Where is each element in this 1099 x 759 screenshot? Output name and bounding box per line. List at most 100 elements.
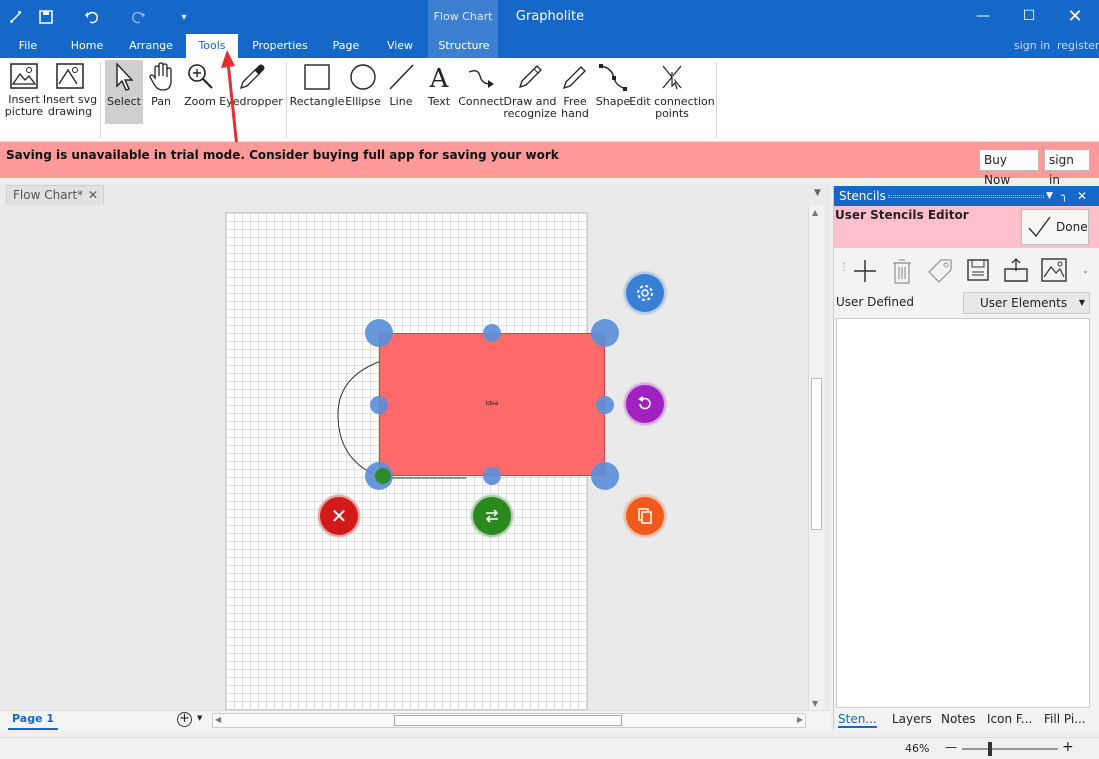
export-icon[interactable] bbox=[1002, 257, 1030, 283]
horizontal-scroll-thumb[interactable] bbox=[394, 715, 622, 726]
minimize-icon[interactable]: — bbox=[960, 0, 1006, 32]
sign-in-link[interactable]: sign in bbox=[1014, 39, 1050, 52]
tab-home[interactable]: Home bbox=[62, 34, 112, 58]
tab-file[interactable]: File bbox=[8, 34, 48, 58]
pen-recognize-icon bbox=[518, 65, 542, 89]
free-hand-button[interactable]: Free hand bbox=[558, 62, 592, 120]
document-tab[interactable]: Flow Chart* ✕ bbox=[6, 185, 104, 205]
line-tool-button[interactable]: Line bbox=[386, 62, 416, 108]
tab-notes[interactable]: Notes bbox=[941, 712, 976, 726]
done-button[interactable]: Done bbox=[1021, 209, 1089, 245]
resize-handle-bottom[interactable] bbox=[483, 467, 501, 485]
tab-arrange[interactable]: Arrange bbox=[122, 34, 180, 58]
trash-icon[interactable] bbox=[890, 257, 914, 285]
quick-access-dropdown-icon[interactable]: ▾ bbox=[172, 6, 196, 28]
delete-action-button[interactable]: ✕ bbox=[318, 495, 360, 537]
zoom-in-icon[interactable]: + bbox=[1062, 739, 1074, 755]
resize-handle-top-left[interactable] bbox=[365, 319, 393, 347]
add-page-icon[interactable]: + bbox=[177, 712, 192, 727]
ellipse-tool-button[interactable]: Ellipse bbox=[345, 62, 381, 108]
shape-label: Shape bbox=[595, 95, 631, 108]
undo-icon[interactable] bbox=[80, 6, 104, 28]
insert-picture-button[interactable]: Insert picture bbox=[4, 62, 44, 118]
zoom-out-icon[interactable]: — bbox=[945, 740, 957, 754]
zoom-slider[interactable] bbox=[962, 742, 1058, 756]
tag-icon[interactable] bbox=[926, 257, 954, 285]
swap-action-button[interactable] bbox=[471, 495, 513, 537]
copy-icon bbox=[638, 508, 652, 524]
save-stencil-icon[interactable] bbox=[965, 257, 991, 283]
shape-tool-button[interactable]: Shape bbox=[596, 62, 630, 108]
panel-menu-icon[interactable]: ▼ bbox=[1046, 186, 1053, 206]
stencil-dropdown[interactable]: User Elements ▼ bbox=[963, 292, 1090, 314]
toolbar-overflow-icon[interactable]: ⌄ bbox=[1082, 266, 1089, 275]
rectangle-tool-button[interactable]: Rectangle bbox=[290, 62, 344, 108]
duplicate-action-button[interactable] bbox=[624, 495, 666, 537]
connection-point-handle[interactable] bbox=[375, 468, 391, 484]
insert-svg-label: Insert svg drawing bbox=[42, 93, 98, 118]
zoom-tool-button[interactable]: Zoom bbox=[182, 62, 218, 108]
rotate-action-button[interactable] bbox=[624, 383, 666, 425]
text-label: Text bbox=[427, 95, 451, 108]
pin-icon[interactable]: ╮ bbox=[1061, 186, 1068, 206]
resize-handle-bottom-right[interactable] bbox=[591, 462, 619, 490]
panel-bottom-tabs: Sten... Layers Notes Icon F... Fill Pi..… bbox=[834, 708, 1099, 730]
connect-label: Connect bbox=[458, 95, 504, 108]
edit-connection-points-button[interactable]: Edit connection points bbox=[629, 62, 715, 120]
resize-handle-top[interactable] bbox=[483, 324, 501, 342]
scroll-left-icon[interactable]: ◀ bbox=[215, 715, 221, 724]
page-tab[interactable]: Page 1 bbox=[8, 712, 59, 730]
idea-shape[interactable]: Idea bbox=[379, 333, 605, 476]
ellipse-label: Ellipse bbox=[345, 95, 381, 108]
x-icon: ✕ bbox=[330, 504, 348, 528]
close-tab-icon[interactable]: ✕ bbox=[88, 186, 98, 205]
tab-structure[interactable]: Structure bbox=[432, 34, 496, 58]
done-label: Done bbox=[1056, 220, 1088, 234]
close-icon[interactable]: ✕ bbox=[1052, 0, 1098, 32]
pan-tool-button[interactable]: Pan bbox=[145, 62, 177, 108]
tab-page[interactable]: Page bbox=[324, 34, 368, 58]
add-page-dropdown-icon[interactable]: ▼ bbox=[197, 714, 202, 722]
resize-handle-left[interactable] bbox=[370, 396, 388, 414]
tab-layers[interactable]: Layers bbox=[892, 712, 932, 726]
settings-action-button[interactable] bbox=[624, 272, 666, 314]
toolbar-grip: ⋮ bbox=[839, 262, 849, 273]
zoom-slider-thumb[interactable] bbox=[988, 742, 992, 756]
line-icon bbox=[389, 64, 414, 90]
tab-properties[interactable]: Properties bbox=[246, 34, 314, 58]
tab-stencils[interactable]: Sten... bbox=[838, 712, 877, 728]
stencil-editor-header: User Stencils Editor Done bbox=[834, 206, 1099, 248]
buy-now-button[interactable]: Buy Now bbox=[979, 149, 1039, 187]
scroll-right-icon[interactable]: ▶ bbox=[797, 715, 803, 724]
connect-tool-button[interactable]: Connect bbox=[458, 62, 504, 108]
resize-handle-right[interactable] bbox=[596, 396, 614, 414]
text-tool-button[interactable]: A Text bbox=[424, 62, 454, 108]
draw-recognize-button[interactable]: Draw and recognize bbox=[503, 62, 557, 120]
vertical-scrollbar[interactable]: ▲ ▼ bbox=[808, 206, 824, 710]
idea-shape-text: Idea bbox=[485, 400, 499, 407]
save-icon[interactable] bbox=[34, 6, 58, 28]
stencils-panel: Stencils ▼ ╮ ✕ User Stencils Editor Done… bbox=[833, 186, 1099, 730]
select-label: Select bbox=[107, 95, 141, 108]
add-icon[interactable] bbox=[852, 258, 878, 284]
panel-close-icon[interactable]: ✕ bbox=[1077, 186, 1087, 206]
scroll-down-icon[interactable]: ▼ bbox=[812, 699, 818, 708]
horizontal-scrollbar[interactable]: ◀ ▶ bbox=[212, 713, 806, 728]
tab-icon-finder[interactable]: Icon F... bbox=[987, 712, 1032, 726]
select-tool-button[interactable]: Select bbox=[105, 60, 143, 124]
context-group-label: Flow Chart bbox=[433, 10, 493, 23]
scroll-up-icon[interactable]: ▲ bbox=[812, 208, 818, 217]
tab-overflow-icon[interactable]: ▼ bbox=[814, 188, 821, 198]
stencil-list[interactable] bbox=[836, 318, 1090, 708]
redo-icon[interactable] bbox=[126, 6, 150, 28]
tab-view[interactable]: View bbox=[378, 34, 422, 58]
register-link[interactable]: register bbox=[1057, 39, 1099, 52]
banner-sign-in-button[interactable]: sign in bbox=[1044, 149, 1090, 187]
insert-svg-button[interactable]: Insert svg drawing bbox=[42, 62, 98, 118]
resize-handle-top-right[interactable] bbox=[591, 319, 619, 347]
image-icon[interactable] bbox=[1040, 257, 1068, 283]
free-hand-label: Free hand bbox=[561, 95, 589, 120]
vertical-scroll-thumb[interactable] bbox=[811, 378, 822, 530]
maximize-icon[interactable]: ☐ bbox=[1006, 0, 1052, 32]
tab-fill-picker[interactable]: Fill Pi... bbox=[1044, 712, 1086, 726]
